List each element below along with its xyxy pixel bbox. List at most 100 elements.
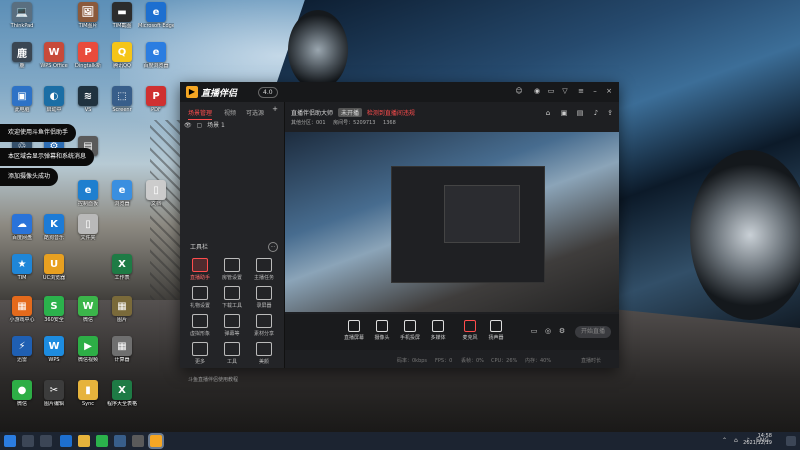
task-view-icon[interactable]: [40, 435, 52, 447]
control-button[interactable]: 麦克风: [457, 320, 483, 341]
notification-icon[interactable]: [786, 436, 796, 446]
live-icon[interactable]: ◉: [532, 86, 542, 97]
gift-icon[interactable]: ▤: [575, 108, 585, 119]
desktop-icon[interactable]: ▶ 微信视频: [70, 336, 106, 363]
tool-button[interactable]: 弹幕等: [216, 314, 248, 337]
bell-icon[interactable]: ♪: [591, 108, 601, 119]
desktop-icon[interactable]: U UC浏览器: [36, 254, 72, 281]
tool-button[interactable]: 房管设置: [216, 258, 248, 281]
explorer-taskbar-icon[interactable]: [78, 435, 90, 447]
tool-button[interactable]: 美颜: [248, 342, 280, 365]
desktop-icon[interactable]: P PDF: [138, 86, 174, 113]
desktop-icon[interactable]: ▯ 文档: [138, 180, 174, 207]
desktop-icon[interactable]: ▦ 小游戏中心: [4, 296, 40, 323]
app-taskbar-icon[interactable]: [96, 435, 108, 447]
category-label[interactable]: 其他分区：001: [291, 120, 326, 126]
desktop-icon[interactable]: 🖼 TIM图片: [70, 2, 106, 29]
desktop-icon[interactable]: ✂ 图片编辑: [36, 380, 72, 407]
tool-button[interactable]: 工具: [216, 342, 248, 365]
stream-preview[interactable]: [285, 132, 619, 312]
tool-button[interactable]: 录屏器: [248, 286, 280, 309]
close-icon[interactable]: ×: [604, 86, 614, 97]
tool-button[interactable]: 虚拟形象: [184, 314, 216, 337]
tool-label: 直播助手: [189, 275, 210, 281]
edge-taskbar-icon[interactable]: [60, 435, 72, 447]
visibility-icon[interactable]: ◎: [543, 326, 553, 337]
camera-toggle-icon[interactable]: ▭: [529, 326, 539, 337]
desktop-icon[interactable]: ◐ 启动中: [36, 86, 72, 113]
desktop-icon[interactable]: X 程序大全表格: [104, 380, 140, 407]
network-icon[interactable]: ⌂: [734, 437, 738, 444]
settings-icon[interactable]: ⚙: [557, 326, 567, 337]
desktop-icon[interactable]: W 微信: [70, 296, 106, 323]
desktop-icon[interactable]: ▦ 计算器: [104, 336, 140, 363]
desktop-icon-image: W: [44, 336, 64, 356]
clock[interactable]: 14:58 2021/12/19: [743, 433, 772, 447]
desktop-icon[interactable]: ≋ VS: [70, 86, 106, 113]
desktop-icon[interactable]: e 控制面板: [70, 180, 106, 207]
control-button[interactable]: 直播屏幕: [341, 320, 367, 341]
live-companion-taskbar-icon[interactable]: [150, 435, 162, 447]
control-button[interactable]: 摄像头: [369, 320, 395, 341]
desktop-icon[interactable]: Q 腾讯QQ: [104, 42, 140, 69]
desktop-icon[interactable]: X 工作表: [104, 254, 140, 281]
desktop-icon[interactable]: e 百度浏览器: [138, 42, 174, 69]
desktop-icon[interactable]: ⚡ 迅雷: [4, 336, 40, 363]
tray-arrow-icon[interactable]: ⌃: [722, 437, 727, 444]
screen-taskbar-icon[interactable]: [114, 435, 126, 447]
search-icon[interactable]: [22, 435, 34, 447]
control-button[interactable]: 手机投屏: [397, 320, 423, 341]
tool-taskbar-icon[interactable]: [132, 435, 144, 447]
desktop-icon-label: 工作表: [114, 275, 130, 281]
start-live-button[interactable]: 开始直播: [575, 326, 611, 338]
home-icon[interactable]: ⌂: [543, 108, 553, 119]
share-icon[interactable]: ⇪: [605, 108, 615, 119]
avatar-icon[interactable]: ☺: [514, 86, 524, 97]
tutorial-link[interactable]: 斗鱼直播伴侣使用教程: [188, 376, 238, 383]
tool-button[interactable]: 主播任务: [248, 258, 280, 281]
tool-button[interactable]: 礼物设置: [184, 286, 216, 309]
app-titlebar[interactable]: ▶ 直播伴侣 4.0 ☺ ◉ ▭ ▽ ≡ – ×: [180, 82, 619, 102]
desktop-icon[interactable]: e Microsoft Edge: [138, 2, 174, 29]
desktop-icon[interactable]: W WPS Office: [36, 42, 72, 69]
desktop-icon[interactable]: ● 微信: [4, 380, 40, 407]
minimize-icon[interactable]: –: [590, 86, 600, 97]
tool-button[interactable]: 素材分享: [248, 314, 280, 337]
control-button[interactable]: 多媒体: [425, 320, 451, 341]
control-label: 直播屏幕: [343, 335, 364, 341]
desktop-icon[interactable]: ▬ TIM截图: [104, 2, 140, 29]
tab-video[interactable]: 视频: [224, 108, 236, 117]
desktop-icon[interactable]: S 360安全: [36, 296, 72, 323]
desktop-icon[interactable]: ▦ 图片: [104, 296, 140, 323]
more-icon[interactable]: ⋯: [268, 242, 278, 252]
desktop-icon[interactable]: K 酷狗音乐: [36, 214, 72, 241]
scene-item[interactable]: 👁 ▢ 场景 1: [184, 120, 280, 132]
tab-scene[interactable]: 场景管理: [188, 108, 213, 120]
desktop-icon[interactable]: P Dingtalk新: [70, 42, 106, 69]
warning-text[interactable]: 检测到直播间违规: [367, 110, 415, 117]
desktop-icon[interactable]: ★ TIM: [4, 254, 40, 281]
desktop-icon[interactable]: e 浏览器: [104, 180, 140, 207]
control-button[interactable]: 扬声器: [483, 320, 509, 341]
tool-button[interactable]: 直播助手: [184, 258, 216, 281]
eye-icon[interactable]: 👁: [184, 122, 192, 129]
tool-button[interactable]: 下载工具: [216, 286, 248, 309]
filter-icon[interactable]: ▽: [560, 86, 570, 97]
tool-button[interactable]: 更多: [184, 342, 216, 365]
desktop-icon[interactable]: ☁ 百度网盘: [4, 214, 40, 241]
menu-icon[interactable]: ≡: [576, 86, 586, 97]
lock-room-icon[interactable]: ▣: [559, 108, 569, 119]
desktop-icon-image: W: [44, 42, 64, 62]
add-scene-icon[interactable]: +: [270, 104, 280, 115]
desktop-icon[interactable]: ⬚ Screenr: [104, 86, 140, 113]
tab-sources[interactable]: 可选源: [246, 108, 264, 117]
desktop-icon[interactable]: ▯ 文件夹: [70, 214, 106, 241]
desktop-icon[interactable]: ▣ 此电脑: [4, 86, 40, 113]
desktop-icon[interactable]: 💻 ThinkPad: [4, 2, 40, 29]
desktop-icon[interactable]: W WPS: [36, 336, 72, 363]
chat-icon[interactable]: ▭: [546, 86, 556, 97]
desktop-icon[interactable]: 鹿鹿: [4, 42, 40, 69]
desktop-icon[interactable]: ▮ Sync: [70, 380, 106, 407]
start-menu-icon[interactable]: [4, 435, 16, 447]
lock-icon[interactable]: ▢: [197, 122, 203, 129]
